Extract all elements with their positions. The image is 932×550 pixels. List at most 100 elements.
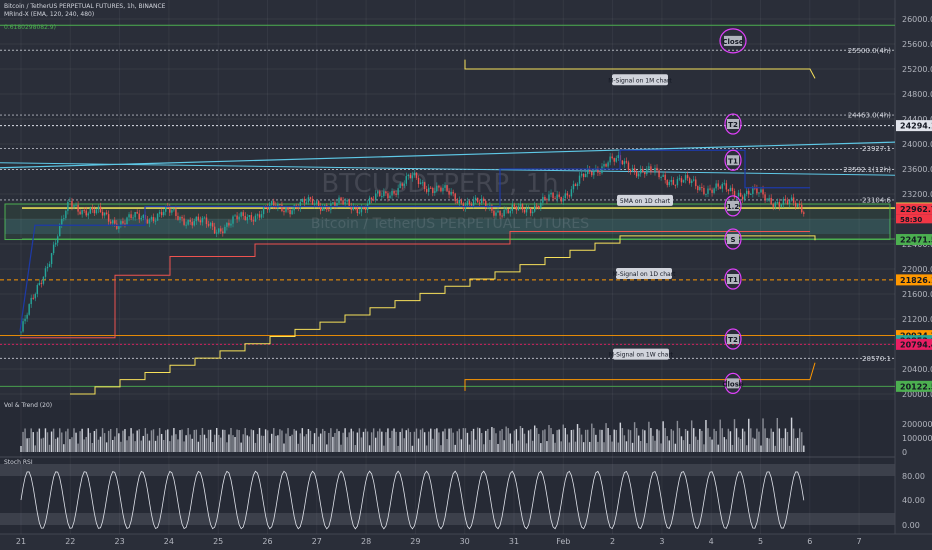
volume-bar bbox=[778, 428, 781, 452]
volume-bar bbox=[701, 430, 703, 452]
volume-bar bbox=[729, 431, 732, 452]
volume-bar bbox=[693, 428, 695, 452]
volume-bar bbox=[784, 428, 787, 452]
volume-bar bbox=[73, 428, 75, 452]
volume-bar bbox=[642, 429, 644, 452]
candle bbox=[719, 186, 721, 189]
volume-bar bbox=[423, 432, 426, 452]
volume-tick: 0 bbox=[902, 448, 907, 457]
volume-bar bbox=[46, 432, 49, 452]
candle bbox=[377, 191, 379, 194]
candle bbox=[607, 162, 609, 167]
candle bbox=[393, 190, 395, 194]
volume-bar bbox=[234, 437, 236, 452]
candle bbox=[527, 208, 530, 210]
candle bbox=[652, 171, 654, 173]
target-tag: S bbox=[730, 236, 735, 244]
chart-canvas[interactable]: BTCUSDTPERP, 1h Bitcoin / TetherUS PERPE… bbox=[0, 0, 932, 550]
candle bbox=[138, 213, 140, 220]
volume-bar bbox=[707, 428, 709, 452]
candle bbox=[338, 197, 340, 203]
volume-bar bbox=[128, 436, 130, 452]
volume-bar bbox=[360, 437, 363, 452]
volume-bar bbox=[713, 428, 715, 452]
volume-bar bbox=[364, 428, 367, 452]
indicator-legend[interactable]: MRInd-X (EMA, 120, 240, 480) bbox=[4, 11, 94, 18]
candle bbox=[93, 209, 96, 214]
candle bbox=[717, 183, 719, 187]
volume-bar bbox=[574, 441, 577, 452]
candle bbox=[85, 210, 87, 216]
volume-bar bbox=[201, 428, 204, 452]
candle bbox=[760, 189, 762, 193]
candle bbox=[317, 201, 320, 207]
volume-bar bbox=[218, 434, 220, 452]
volume-bar bbox=[175, 434, 177, 452]
candle bbox=[697, 186, 699, 191]
candle bbox=[40, 282, 43, 284]
volume-bar bbox=[319, 433, 322, 452]
candle bbox=[81, 210, 83, 215]
candle bbox=[703, 187, 705, 195]
volume-bar bbox=[737, 437, 740, 452]
volume-bar bbox=[631, 442, 634, 452]
candle bbox=[175, 209, 177, 217]
candle bbox=[509, 210, 511, 214]
volume-bar bbox=[181, 429, 183, 452]
volume-bar bbox=[536, 428, 538, 452]
volume-bar bbox=[228, 434, 230, 452]
volume-bar bbox=[591, 423, 593, 452]
volume-bar bbox=[705, 419, 707, 452]
candle bbox=[71, 200, 73, 207]
volume-bar bbox=[220, 437, 222, 452]
volume-bar bbox=[356, 432, 359, 452]
candle bbox=[693, 179, 695, 181]
stoch-pane-title: Stoch RSI bbox=[4, 459, 33, 466]
volume-bar bbox=[32, 432, 34, 452]
candle bbox=[372, 199, 375, 201]
candle bbox=[458, 200, 460, 204]
volume-bar bbox=[493, 428, 495, 452]
candle bbox=[63, 218, 65, 220]
candle bbox=[646, 168, 648, 175]
candle bbox=[794, 202, 797, 207]
volume-bar bbox=[476, 427, 479, 452]
candle bbox=[240, 212, 242, 217]
volume-bar bbox=[542, 430, 544, 452]
candle bbox=[699, 186, 701, 191]
volume-bar bbox=[401, 428, 403, 452]
candle bbox=[656, 167, 658, 171]
candle bbox=[666, 180, 668, 186]
candle bbox=[266, 207, 269, 210]
volume-bar bbox=[275, 435, 277, 452]
volume-bar bbox=[411, 445, 414, 452]
volume-bar bbox=[283, 443, 285, 452]
price-badge-text: 24294.1 bbox=[900, 122, 932, 131]
volume-bar bbox=[44, 428, 47, 452]
volume-tick: 100000 bbox=[902, 434, 932, 443]
volume-bar bbox=[762, 418, 764, 452]
candle bbox=[65, 210, 67, 219]
candle bbox=[228, 222, 230, 226]
candle bbox=[362, 207, 365, 209]
time-tick: 28 bbox=[361, 537, 371, 546]
candle bbox=[497, 210, 499, 213]
candle bbox=[409, 174, 412, 179]
candle bbox=[615, 158, 617, 162]
candle bbox=[566, 193, 569, 196]
candle bbox=[77, 204, 79, 212]
volume-bar bbox=[81, 428, 83, 452]
candle bbox=[536, 205, 538, 207]
price-tick: 25600.0 bbox=[902, 40, 932, 49]
volume-bar bbox=[374, 437, 377, 452]
candle bbox=[462, 203, 465, 209]
candle bbox=[114, 220, 116, 224]
candle bbox=[674, 184, 677, 186]
candle bbox=[562, 198, 564, 202]
candle bbox=[768, 197, 770, 199]
candle bbox=[46, 266, 49, 269]
volume-bar bbox=[409, 432, 412, 452]
volume-bar bbox=[584, 429, 587, 452]
candle bbox=[136, 212, 138, 214]
volume-bar bbox=[36, 431, 39, 452]
